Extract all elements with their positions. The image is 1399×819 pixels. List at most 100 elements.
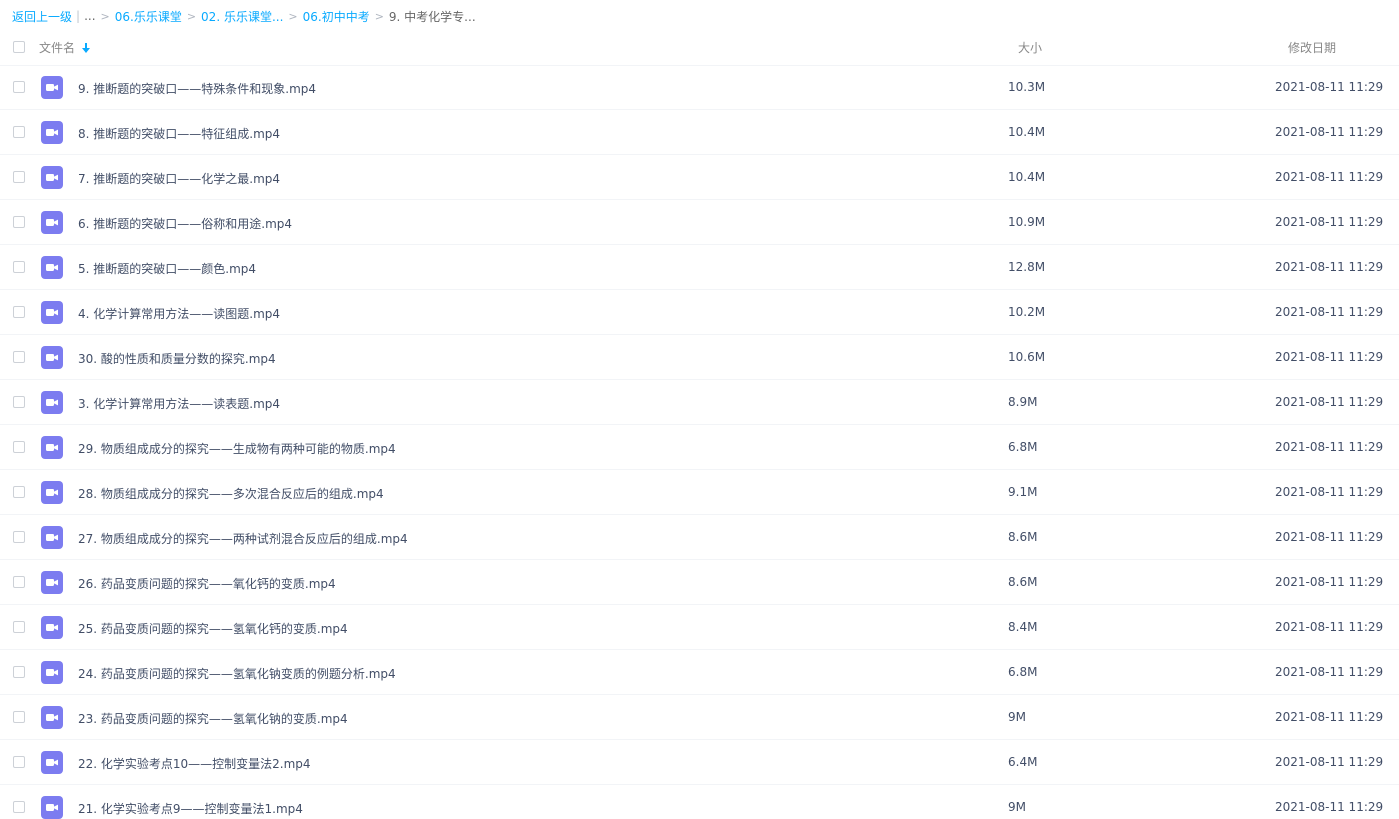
file-date: 2021-08-11 11:29	[1275, 170, 1384, 184]
file-row[interactable]: 3. 化学计算常用方法——读表题.mp4 8.9M 2021-08-11 11:29	[0, 380, 1399, 425]
file-date: 2021-08-11 11:29	[1275, 350, 1384, 364]
file-name[interactable]: 27. 物质组成成分的探究——两种试剂混合反应后的组成.mp4	[78, 530, 408, 547]
file-date: 2021-08-11 11:29	[1275, 800, 1384, 814]
column-header-name[interactable]: 文件名	[39, 39, 91, 56]
file-row[interactable]: 21. 化学实验考点9——控制变量法1.mp4 9M 2021-08-11 11:2…	[0, 785, 1399, 819]
file-name[interactable]: 24. 药品变质问题的探究——氢氧化钠变质的例题分析.mp4	[78, 665, 396, 682]
video-file-icon	[41, 391, 63, 414]
column-header-size[interactable]: 大小	[1018, 39, 1042, 56]
breadcrumb-current: 9. 中考化学专...	[388, 9, 476, 24]
file-size: 8.9M	[1008, 395, 1038, 409]
file-row[interactable]: 4. 化学计算常用方法——读图题.mp4 10.2M 2021-08-11 11:2…	[0, 290, 1399, 335]
file-date: 2021-08-11 11:29	[1275, 395, 1384, 409]
file-size: 10.6M	[1008, 350, 1046, 364]
video-file-icon	[41, 616, 63, 639]
row-checkbox[interactable]	[13, 531, 25, 543]
breadcrumb-separator: >	[186, 9, 197, 23]
breadcrumb-item-3[interactable]: 06.初中中考	[303, 8, 370, 25]
file-date: 2021-08-11 11:29	[1275, 575, 1384, 589]
file-row[interactable]: 9. 推断题的突破口——特殊条件和现象.mp4 10.3M 2021-08-11 1…	[0, 65, 1399, 110]
file-name[interactable]: 22. 化学实验考点10——控制变量法2.mp4	[78, 755, 311, 772]
file-name[interactable]: 8. 推断题的突破口——特征组成.mp4	[78, 125, 280, 142]
row-checkbox[interactable]	[13, 126, 25, 138]
file-row[interactable]: 27. 物质组成成分的探究——两种试剂混合反应后的组成.mp4 8.6M 2021-…	[0, 515, 1399, 560]
file-name[interactable]: 6. 推断题的突破口——俗称和用途.mp4	[78, 215, 292, 232]
file-row[interactable]: 6. 推断题的突破口——俗称和用途.mp4 10.9M 2021-08-11 11:…	[0, 200, 1399, 245]
row-checkbox[interactable]	[13, 261, 25, 273]
breadcrumb-item-2[interactable]: 02. 乐乐课堂...	[201, 8, 283, 25]
file-row[interactable]: 28. 物质组成成分的探究——多次混合反应后的组成.mp4 9.1M 2021-08…	[0, 470, 1399, 515]
column-header-name-label: 文件名	[39, 41, 76, 55]
file-name[interactable]: 3. 化学计算常用方法——读表题.mp4	[78, 395, 280, 412]
file-size: 9.1M	[1008, 485, 1038, 499]
row-checkbox[interactable]	[13, 306, 25, 318]
file-size: 8.6M	[1008, 530, 1038, 544]
row-checkbox[interactable]	[13, 711, 25, 723]
file-size: 10.2M	[1008, 305, 1046, 319]
file-row[interactable]: 26. 药品变质问题的探究——氧化钙的变质.mp4 8.6M 2021-08-11 …	[0, 560, 1399, 605]
file-size: 10.9M	[1008, 215, 1046, 229]
file-row[interactable]: 24. 药品变质问题的探究——氢氧化钠变质的例题分析.mp4 6.8M 2021-0…	[0, 650, 1399, 695]
video-file-icon	[41, 706, 63, 729]
file-browser: 返回上一级 | ... > 06.乐乐课堂 > 02. 乐乐课堂... > 06…	[0, 0, 1399, 819]
file-name[interactable]: 5. 推断题的突破口——颜色.mp4	[78, 260, 256, 277]
file-name[interactable]: 26. 药品变质问题的探究——氧化钙的变质.mp4	[78, 575, 336, 592]
row-checkbox[interactable]	[13, 486, 25, 498]
row-checkbox[interactable]	[13, 621, 25, 633]
file-row[interactable]: 8. 推断题的突破口——特征组成.mp4 10.4M 2021-08-11 11:2…	[0, 110, 1399, 155]
file-name[interactable]: 23. 药品变质问题的探究——氢氧化钠的变质.mp4	[78, 710, 348, 727]
file-size: 10.4M	[1008, 170, 1046, 184]
video-file-icon	[41, 121, 63, 144]
video-file-icon	[41, 571, 63, 594]
file-name[interactable]: 9. 推断题的突破口——特殊条件和现象.mp4	[78, 80, 316, 97]
video-file-icon	[41, 76, 63, 99]
row-checkbox[interactable]	[13, 441, 25, 453]
file-date: 2021-08-11 11:29	[1275, 485, 1384, 499]
video-file-icon	[41, 751, 63, 774]
file-date: 2021-08-11 11:29	[1275, 710, 1384, 724]
video-file-icon	[41, 661, 63, 684]
file-row[interactable]: 25. 药品变质问题的探究——氢氧化钙的变质.mp4 8.4M 2021-08-11…	[0, 605, 1399, 650]
file-size: 10.3M	[1008, 80, 1046, 94]
row-checkbox[interactable]	[13, 801, 25, 813]
file-date: 2021-08-11 11:29	[1275, 530, 1384, 544]
file-size: 6.8M	[1008, 440, 1038, 454]
back-link[interactable]: 返回上一级	[12, 8, 72, 25]
video-file-icon	[41, 301, 63, 324]
video-file-icon	[41, 346, 63, 369]
file-name[interactable]: 28. 物质组成成分的探究——多次混合反应后的组成.mp4	[78, 485, 384, 502]
row-checkbox[interactable]	[13, 81, 25, 93]
file-row[interactable]: 30. 酸的性质和质量分数的探究.mp4 10.6M 2021-08-11 11:2…	[0, 335, 1399, 380]
breadcrumb-ellipsis[interactable]: ...	[84, 9, 95, 23]
file-size: 6.4M	[1008, 755, 1038, 769]
file-size: 12.8M	[1008, 260, 1046, 274]
row-checkbox[interactable]	[13, 576, 25, 588]
video-file-icon	[41, 481, 63, 504]
row-checkbox[interactable]	[13, 351, 25, 363]
breadcrumb-separator: >	[100, 9, 110, 23]
file-row[interactable]: 23. 药品变质问题的探究——氢氧化钠的变质.mp4 9M 2021-08-11 1…	[0, 695, 1399, 740]
file-row[interactable]: 22. 化学实验考点10——控制变量法2.mp4 6.4M 2021-08-11 1…	[0, 740, 1399, 785]
file-row[interactable]: 5. 推断题的突破口——颜色.mp4 12.8M 2021-08-11 11:29	[0, 245, 1399, 290]
file-name[interactable]: 21. 化学实验考点9——控制变量法1.mp4	[78, 800, 303, 817]
row-checkbox[interactable]	[13, 666, 25, 678]
file-name[interactable]: 30. 酸的性质和质量分数的探究.mp4	[78, 350, 276, 367]
video-file-icon	[41, 436, 63, 459]
file-name[interactable]: 29. 物质组成成分的探究——生成物有两种可能的物质.mp4	[78, 440, 396, 457]
row-checkbox[interactable]	[13, 216, 25, 228]
file-row[interactable]: 7. 推断题的突破口——化学之最.mp4 10.4M 2021-08-11 11:2…	[0, 155, 1399, 200]
breadcrumb-pipe: |	[76, 9, 81, 23]
row-checkbox[interactable]	[13, 171, 25, 183]
file-date: 2021-08-11 11:29	[1275, 755, 1384, 769]
file-name[interactable]: 25. 药品变质问题的探究——氢氧化钙的变质.mp4	[78, 620, 348, 637]
row-checkbox[interactable]	[13, 756, 25, 768]
file-name[interactable]: 4. 化学计算常用方法——读图题.mp4	[78, 305, 280, 322]
file-row[interactable]: 29. 物质组成成分的探究——生成物有两种可能的物质.mp4 6.8M 2021-0…	[0, 425, 1399, 470]
arrow-down-icon[interactable]	[81, 42, 91, 54]
breadcrumb-item-1[interactable]: 06.乐乐课堂	[115, 8, 182, 25]
video-file-icon	[41, 796, 63, 819]
row-checkbox[interactable]	[13, 396, 25, 408]
column-header-date[interactable]: 修改日期	[1288, 39, 1336, 56]
file-name[interactable]: 7. 推断题的突破口——化学之最.mp4	[78, 170, 280, 187]
select-all-checkbox[interactable]	[13, 41, 25, 53]
